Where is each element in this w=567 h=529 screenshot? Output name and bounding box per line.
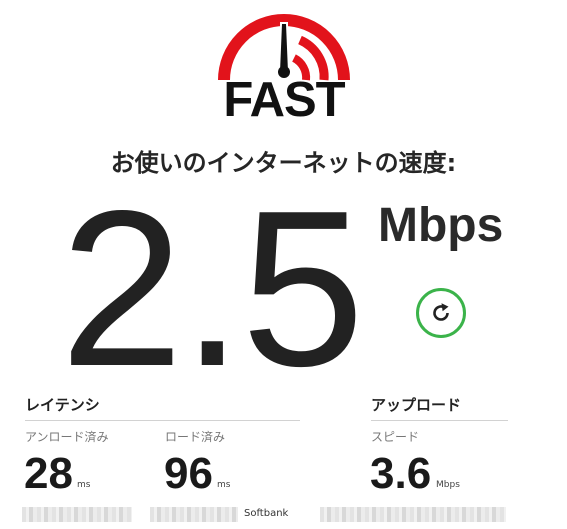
fast-logo: FAST	[210, 6, 358, 127]
loaded-latency-label: ロード済み	[165, 430, 226, 444]
unloaded-latency-value: 28	[24, 449, 73, 498]
upload-speed-unit: Mbps	[436, 480, 460, 490]
latency-divider	[25, 420, 300, 421]
redacted-server-info	[320, 507, 506, 522]
upload-speed-value: 3.6	[370, 449, 432, 498]
isp-name: Softbank	[244, 508, 289, 519]
unloaded-latency-unit: ms	[77, 480, 91, 490]
refresh-icon	[433, 303, 449, 321]
logo-wordmark: FAST	[223, 73, 345, 127]
upload-speed-label: スピード	[371, 430, 420, 444]
loaded-latency-unit: ms	[217, 480, 231, 490]
refresh-button[interactable]	[416, 288, 466, 338]
unloaded-latency-label: アンロード済み	[25, 430, 109, 444]
upload-divider	[371, 420, 508, 421]
loaded-latency-value: 96	[164, 449, 213, 498]
download-speed-unit: Mbps	[378, 199, 504, 252]
latency-title: レイテンシ	[25, 396, 100, 414]
redacted-client-info	[22, 507, 132, 522]
download-speed-value: 2.5	[60, 165, 365, 413]
upload-title: アップロード	[371, 396, 462, 414]
redacted-client-info	[150, 507, 238, 522]
